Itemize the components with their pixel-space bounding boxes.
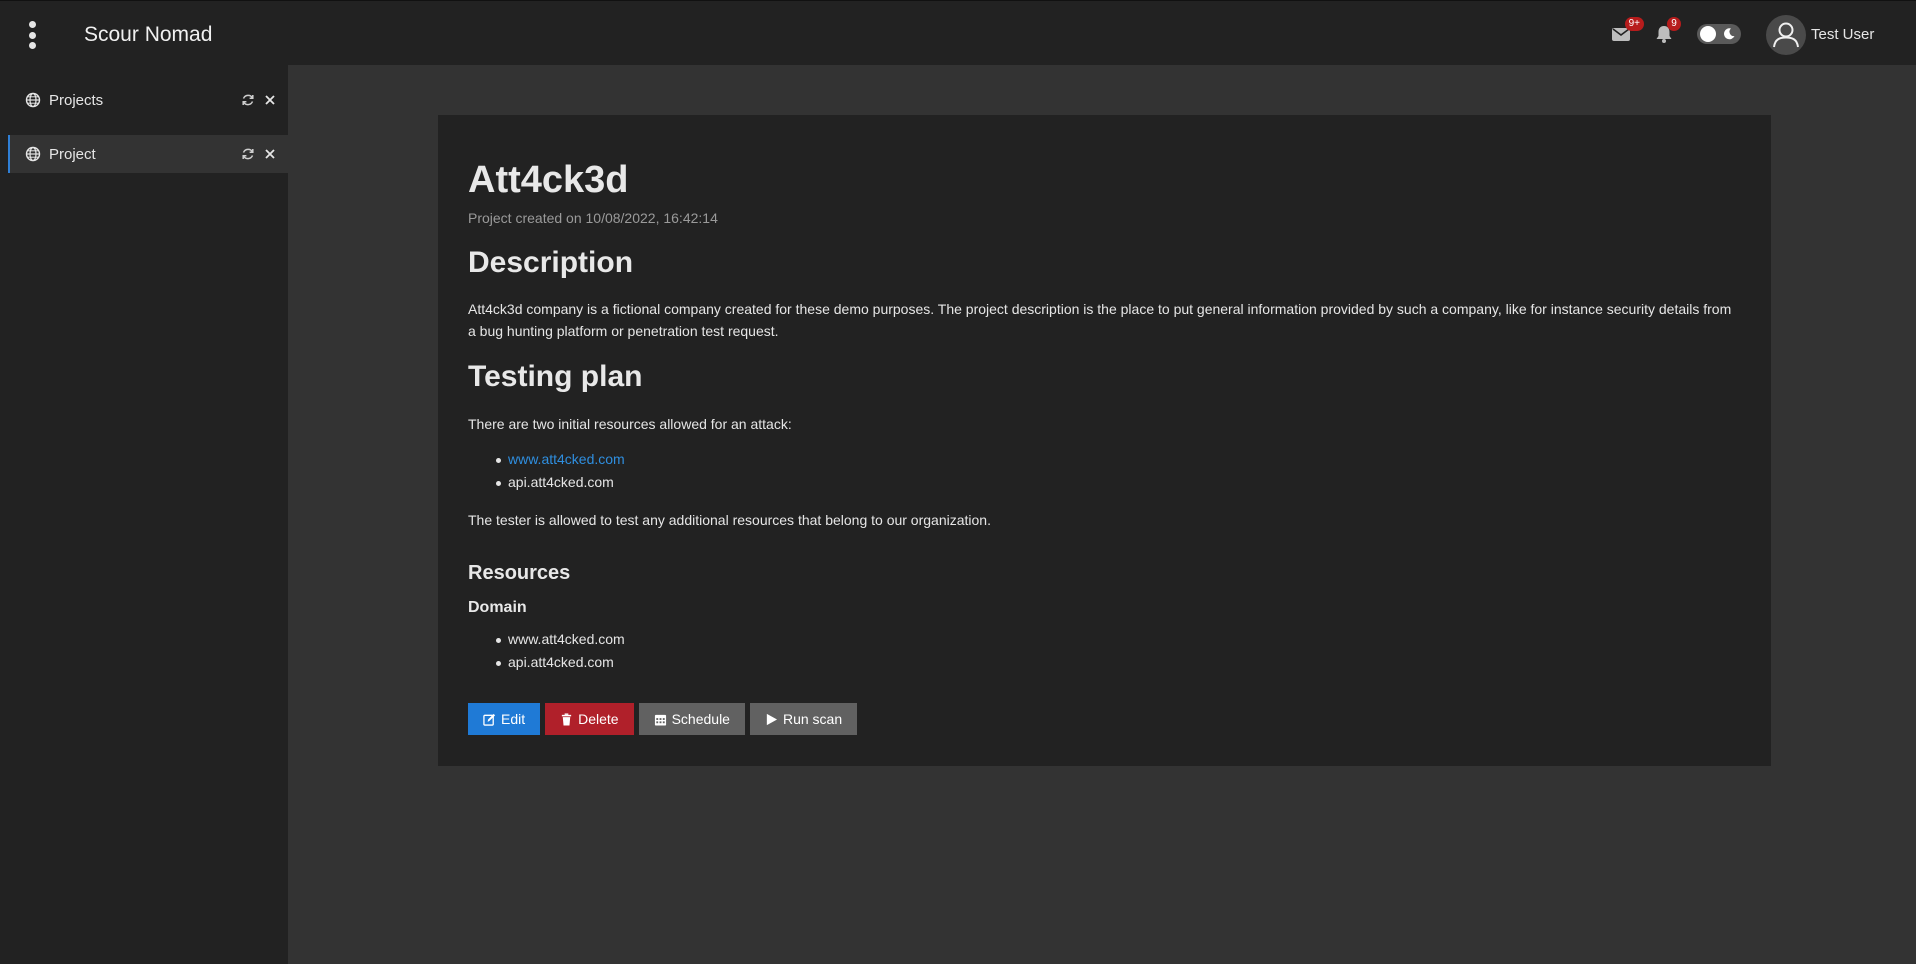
play-icon bbox=[766, 713, 778, 725]
sidebar-item-projects[interactable]: Projects bbox=[8, 81, 288, 119]
bell-icon[interactable]: 9 bbox=[1653, 17, 1681, 45]
notifications-badge: 9 bbox=[1667, 17, 1681, 31]
close-icon[interactable] bbox=[263, 147, 277, 161]
moon-icon bbox=[1723, 28, 1735, 40]
globe-icon bbox=[25, 92, 41, 108]
testing-plan-note: The tester is allowed to test any additi… bbox=[468, 512, 991, 528]
run-scan-button[interactable]: Run scan bbox=[749, 703, 858, 735]
user-name[interactable]: Test User bbox=[1811, 26, 1874, 43]
testing-plan-heading: Testing plan bbox=[468, 360, 643, 393]
dark-mode-toggle[interactable] bbox=[1697, 24, 1741, 44]
avatar[interactable] bbox=[1766, 15, 1806, 55]
list-item: api.att4cked.com bbox=[496, 651, 625, 674]
project-card: Att4ck3d Project created on 10/08/2022, … bbox=[438, 115, 1771, 766]
menu-icon[interactable] bbox=[24, 21, 40, 49]
list-item: api.att4cked.com bbox=[496, 471, 625, 494]
toggle-knob bbox=[1700, 26, 1716, 42]
page-title: Att4ck3d bbox=[468, 159, 629, 201]
sidebar-item-label: Project bbox=[49, 145, 96, 163]
messages-badge: 9+ bbox=[1624, 17, 1644, 31]
user-icon bbox=[1773, 22, 1799, 48]
trash-icon bbox=[561, 712, 572, 726]
resource-link[interactable]: www.att4cked.com bbox=[508, 451, 625, 467]
description-text: Att4ck3d company is a fictional company … bbox=[468, 301, 1732, 339]
schedule-button-label: Schedule bbox=[671, 711, 730, 727]
top-app-bar: Scour Nomad 9+ 9 Test User bbox=[0, 0, 1916, 65]
description-heading: Description bbox=[468, 246, 634, 279]
sidebar: Projects Project bbox=[0, 65, 288, 964]
run-scan-button-label: Run scan bbox=[782, 711, 843, 727]
resources-heading: Resources bbox=[468, 562, 571, 584]
list-item: www.att4cked.com bbox=[496, 628, 625, 651]
app-title: Scour Nomad bbox=[84, 23, 213, 46]
domain-list: www.att4cked.com api.att4cked.com bbox=[496, 628, 625, 674]
refresh-icon[interactable] bbox=[241, 93, 255, 107]
testing-plan-intro: There are two initial resources allowed … bbox=[468, 416, 792, 432]
refresh-icon[interactable] bbox=[241, 147, 255, 161]
delete-button-label: Delete bbox=[578, 711, 619, 727]
project-created-date: Project created on 10/08/2022, 16:42:14 bbox=[468, 210, 718, 226]
testing-resource-list: www.att4cked.com api.att4cked.com bbox=[496, 448, 625, 494]
action-buttons: Edit Delete Schedule Run scan bbox=[468, 703, 862, 735]
sidebar-item-label: Projects bbox=[49, 91, 104, 109]
calendar-icon bbox=[654, 714, 666, 726]
edit-button[interactable]: Edit bbox=[468, 703, 541, 735]
mail-icon[interactable]: 9+ bbox=[1610, 17, 1644, 45]
list-item: www.att4cked.com bbox=[496, 448, 625, 471]
delete-button[interactable]: Delete bbox=[545, 703, 634, 735]
edit-button-label: Edit bbox=[501, 711, 526, 727]
schedule-button[interactable]: Schedule bbox=[638, 703, 745, 735]
edit-icon bbox=[483, 713, 496, 726]
sidebar-item-project[interactable]: Project bbox=[8, 135, 288, 173]
domain-heading: Domain bbox=[468, 599, 527, 616]
globe-icon bbox=[25, 146, 41, 162]
close-icon[interactable] bbox=[263, 93, 277, 107]
